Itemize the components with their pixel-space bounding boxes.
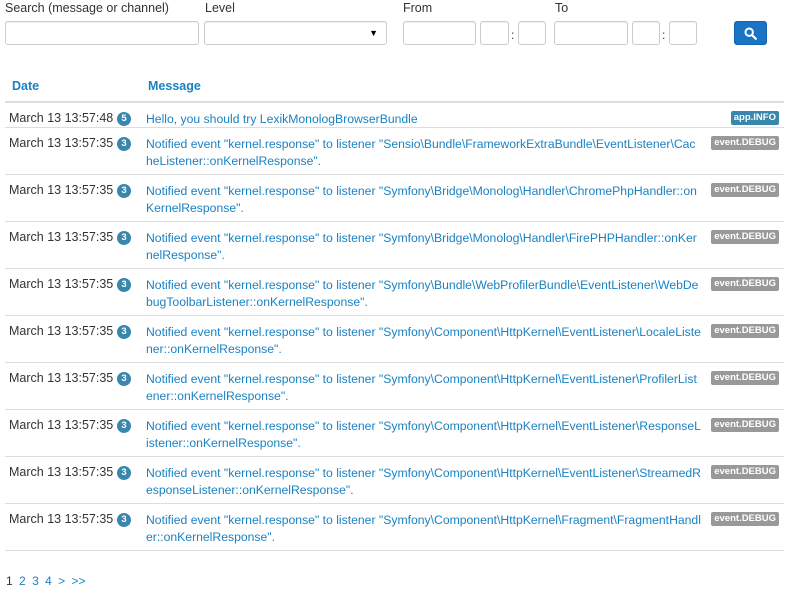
row-date: March 13 13:57:35 — [9, 136, 114, 150]
row-message-link[interactable]: Notified event "kernel.response" to list… — [146, 324, 702, 357]
search-button[interactable] — [734, 21, 767, 45]
row-date: March 13 13:57:35 — [9, 371, 114, 385]
table-row: March 13 13:57:35 3 Notified event "kernel… — [5, 504, 784, 551]
to-hour-input[interactable] — [632, 21, 660, 45]
row-message-link[interactable]: Notified event "kernel.response" to list… — [146, 183, 702, 216]
row-channel-level-tag: event.DEBUG — [711, 465, 779, 479]
row-message-link[interactable]: Hello, you should try LexikMonologBrowse… — [146, 111, 702, 128]
row-count-badge: 3 — [117, 278, 131, 292]
row-message-link[interactable]: Notified event "kernel.response" to list… — [146, 277, 702, 310]
row-message-link[interactable]: Notified event "kernel.response" to list… — [146, 512, 702, 545]
to-time-separator: : — [662, 28, 666, 42]
row-channel-level-tag: app.INFO — [730, 111, 779, 125]
page-last[interactable]: >> — [71, 574, 85, 588]
table-row: March 13 13:57:35 3 Notified event "kernel… — [5, 410, 784, 457]
row-channel-level-tag: event.DEBUG — [711, 183, 779, 197]
page-link-3[interactable]: 3 — [32, 574, 39, 588]
from-label: From — [403, 1, 433, 15]
level-select[interactable]: ▼ — [204, 21, 387, 45]
column-header-date[interactable]: Date — [12, 79, 39, 93]
row-date: March 13 13:57:35 — [9, 277, 114, 291]
table-row: March 13 13:57:35 3 Notified event "kernel… — [5, 128, 784, 175]
row-message-link[interactable]: Notified event "kernel.response" to list… — [146, 465, 702, 498]
row-channel-level-tag: event.DEBUG — [711, 230, 779, 244]
row-count-badge: 3 — [117, 466, 131, 480]
row-channel-level-tag: event.DEBUG — [711, 512, 779, 526]
page-next[interactable]: > — [58, 574, 65, 588]
table-row: March 13 13:57:35 3 Notified event "kernel… — [5, 269, 784, 316]
from-date-input[interactable] — [403, 21, 476, 45]
column-header-message[interactable]: Message — [148, 79, 201, 93]
row-message-link[interactable]: Notified event "kernel.response" to list… — [146, 136, 702, 169]
from-hour-input[interactable] — [480, 21, 509, 45]
row-count-badge: 3 — [117, 325, 131, 339]
page-current: 1 — [6, 574, 13, 588]
from-time-separator: : — [511, 28, 515, 42]
chevron-down-icon: ▼ — [369, 28, 378, 38]
row-message-link[interactable]: Notified event "kernel.response" to list… — [146, 230, 702, 263]
table-row: March 13 13:57:35 3 Notified event "kernel… — [5, 363, 784, 410]
row-date: March 13 13:57:35 — [9, 465, 114, 479]
row-count-badge: 3 — [117, 184, 131, 198]
pagination: 1 2 3 4 > >> — [6, 574, 89, 588]
table-row: March 13 13:57:35 3 Notified event "kernel… — [5, 222, 784, 269]
table-row: March 13 13:57:35 3 Notified event "kernel… — [5, 175, 784, 222]
row-date: March 13 13:57:35 — [9, 230, 114, 244]
search-input[interactable] — [5, 21, 199, 45]
row-count-badge: 3 — [117, 137, 131, 151]
row-date: March 13 13:57:35 — [9, 418, 114, 432]
row-count-badge: 3 — [117, 372, 131, 386]
row-channel-level-tag: event.DEBUG — [711, 324, 779, 338]
to-minute-input[interactable] — [669, 21, 697, 45]
row-message-link[interactable]: Notified event "kernel.response" to list… — [146, 371, 702, 404]
table-row: March 13 13:57:35 3 Notified event "kernel… — [5, 316, 784, 363]
row-count-badge: 5 — [117, 112, 131, 126]
row-channel-level-tag: event.DEBUG — [711, 418, 779, 432]
row-channel-level-tag: event.DEBUG — [711, 136, 779, 150]
row-channel-level-tag: event.DEBUG — [711, 371, 779, 385]
row-message-link[interactable]: Notified event "kernel.response" to list… — [146, 418, 702, 451]
row-date: March 13 13:57:35 — [9, 324, 114, 338]
row-count-badge: 3 — [117, 513, 131, 527]
from-minute-input[interactable] — [518, 21, 546, 45]
row-date: March 13 13:57:48 — [9, 111, 114, 125]
level-label: Level — [205, 1, 235, 15]
row-date: March 13 13:57:35 — [9, 183, 114, 197]
search-icon — [744, 26, 757, 40]
table-row: March 13 13:57:35 3 Notified event "kernel… — [5, 457, 784, 504]
row-channel-level-tag: event.DEBUG — [711, 277, 779, 291]
row-date: March 13 13:57:35 — [9, 512, 114, 526]
page-link-2[interactable]: 2 — [19, 574, 26, 588]
table-row: March 13 13:57:48 5 Hello, you should try … — [5, 103, 784, 128]
row-count-badge: 3 — [117, 419, 131, 433]
to-label: To — [555, 1, 569, 15]
page-link-4[interactable]: 4 — [45, 574, 52, 588]
search-label: Search (message or channel) — [5, 1, 169, 15]
to-date-input[interactable] — [554, 21, 628, 45]
row-count-badge: 3 — [117, 231, 131, 245]
